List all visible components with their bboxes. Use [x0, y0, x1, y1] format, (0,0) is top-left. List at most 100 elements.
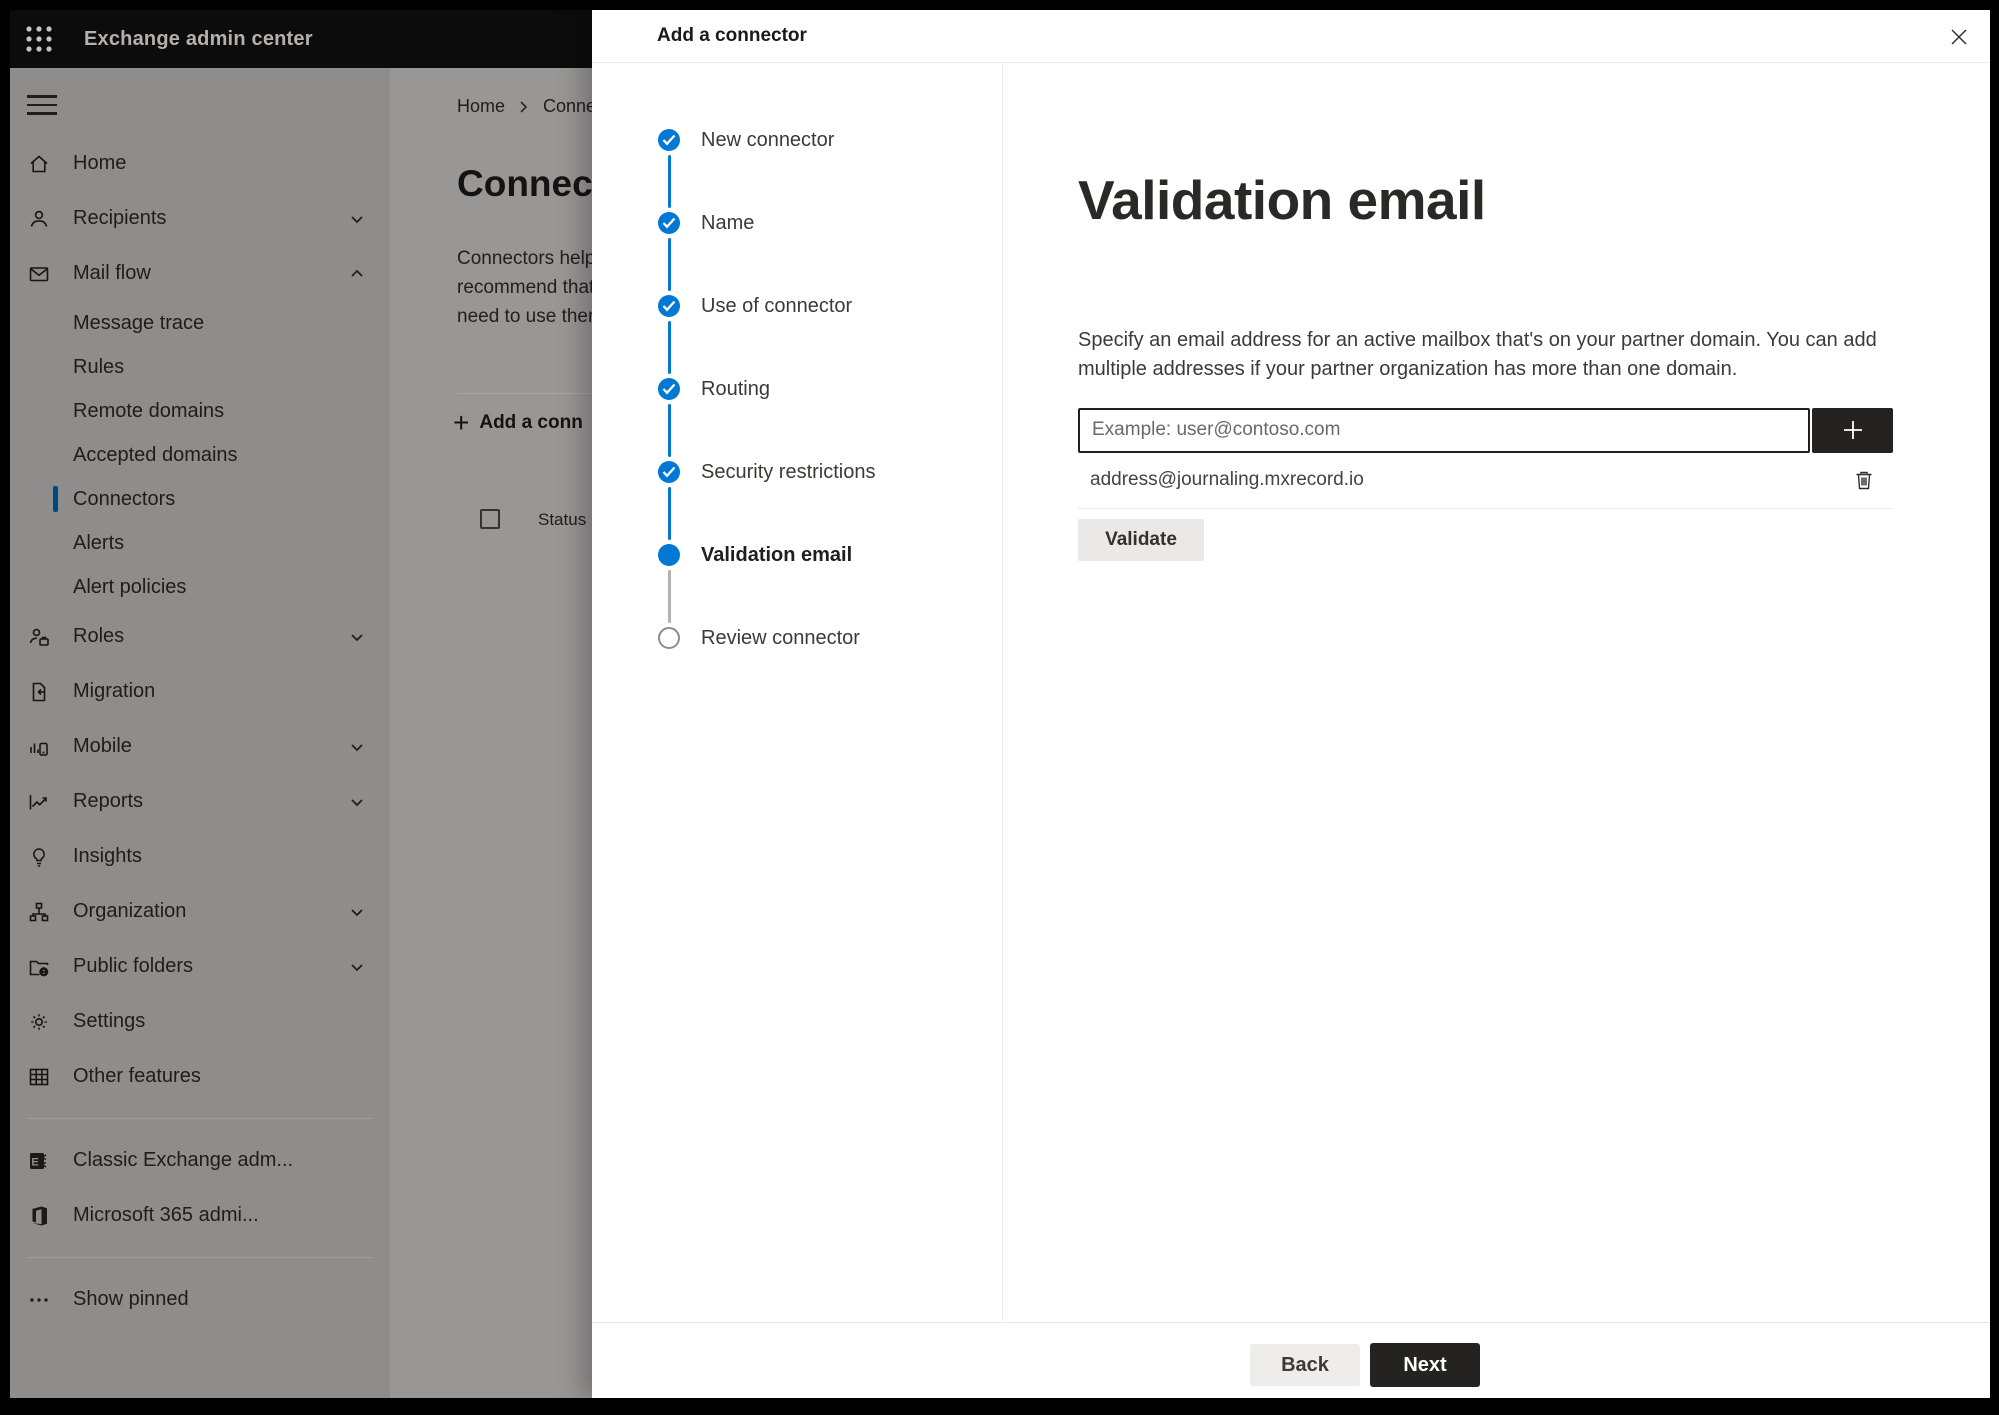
sidebar-item-insights[interactable]: Insights [10, 829, 390, 884]
close-icon[interactable] [1940, 18, 1978, 56]
validate-button[interactable]: Validate [1078, 518, 1204, 561]
sidebar-item-label: Show pinned [73, 1288, 189, 1310]
sidebar-item-roles[interactable]: Roles [10, 609, 390, 664]
sidebar-item-label: Roles [73, 625, 125, 647]
person-briefcase-icon [27, 625, 51, 649]
add-connector-button[interactable]: + Add a conn [453, 409, 583, 437]
step-circle-icon [658, 627, 680, 649]
sidebar-item-microsoft-365-admi[interactable]: Microsoft 365 admi... [10, 1188, 390, 1243]
sidebar-item-recipients[interactable]: Recipients [10, 191, 390, 246]
flyout-title: Add a connector [657, 25, 807, 46]
sidebar-item-mobile[interactable]: Mobile [10, 719, 390, 774]
sidebar-item-settings[interactable]: Settings [10, 994, 390, 1049]
wizard-step-use-of-connector[interactable]: Use of connector [658, 295, 1002, 378]
sidebar-item-label: Microsoft 365 admi... [73, 1204, 259, 1226]
sidebar-item-label: Mail flow [73, 262, 151, 284]
sidebar-item-remote-domains[interactable]: Remote domains [10, 389, 390, 433]
sidebar-item-alerts[interactable]: Alerts [10, 521, 390, 565]
sidebar-item-organization[interactable]: Organization [10, 884, 390, 939]
wizard-step-name[interactable]: Name [658, 212, 1002, 295]
sidebar-item-rules[interactable]: Rules [10, 345, 390, 389]
sidebar-item-connectors[interactable]: Connectors [10, 477, 390, 521]
status-column-header[interactable]: Status [538, 510, 586, 530]
migration-icon [27, 680, 51, 704]
home-icon [27, 152, 51, 176]
sidebar-item-other-features[interactable]: Other features [10, 1049, 390, 1104]
address-email-text: address@journaling.mxrecord.io [1090, 469, 1364, 491]
flyout-header: Add a connector [592, 10, 1990, 63]
flyout-body: New connector Name Use of connector Routing… [592, 64, 1990, 1322]
plus-icon: + [453, 407, 470, 438]
sidebar-item-label: Alerts [73, 531, 125, 554]
sidebar-item-home[interactable]: Home [10, 136, 390, 191]
step-connector-line [667, 238, 671, 291]
step-check-icon [658, 378, 680, 400]
step-check-icon [658, 129, 680, 151]
left-navigation-sidebar: Home Recipients Mail flow Message trace Rule… [10, 68, 390, 1398]
lightbulb-icon [27, 845, 51, 869]
gear-icon [27, 1010, 51, 1034]
sidebar-item-migration[interactable]: Migration [10, 664, 390, 719]
page-description-line: Connectors help [457, 248, 596, 269]
sidebar-item-label: Alert policies [73, 575, 187, 598]
delete-address-trash-icon[interactable] [1849, 465, 1879, 495]
hamburger-menu-icon[interactable] [27, 90, 67, 120]
breadcrumb-home-link[interactable]: Home [457, 96, 505, 117]
chevron-down-icon [348, 210, 366, 228]
screenshot-frame: Exchange admin center Home Recipients Mail… [0, 0, 1999, 1415]
step-connector-line [667, 570, 671, 623]
add-connector-flyout: Add a connector New connector Name Use of … [592, 10, 1990, 1398]
page-description-line: need to use ther [457, 306, 595, 327]
sidebar-item-accepted-domains[interactable]: Accepted domains [10, 433, 390, 477]
sidebar-item-show-pinned[interactable]: Show pinned [10, 1272, 390, 1327]
app-launcher-waffle-icon[interactable] [10, 10, 68, 68]
wizard-stepper: New connector Name Use of connector Routing… [592, 64, 1003, 1322]
wizard-step-review-connector[interactable]: Review connector [658, 627, 1002, 710]
chevron-up-icon [348, 265, 366, 283]
step-label: Name [701, 212, 755, 234]
sidebar-item-mail-flow[interactable]: Mail flow [10, 246, 390, 301]
sidebar-item-label: Home [73, 152, 127, 174]
chevron-down-icon [348, 958, 366, 976]
ellipsis-icon [27, 1288, 51, 1312]
sidebar-item-message-trace[interactable]: Message trace [10, 301, 390, 345]
wizard-step-content: Validation email Specify an email addres… [1003, 64, 1990, 1322]
step-connector-line [667, 155, 671, 208]
sidebar-item-public-folders[interactable]: Public folders [10, 939, 390, 994]
sidebar-item-label: Recipients [73, 207, 167, 229]
wizard-step-validation-email[interactable]: Validation email [658, 544, 1002, 627]
sidebar-item-label: Reports [73, 790, 144, 812]
back-button[interactable]: Back [1250, 1344, 1360, 1386]
chevron-down-icon [348, 628, 366, 646]
page-description-line: recommend that [457, 277, 595, 298]
sidebar-item-label: Connectors [73, 487, 176, 510]
sidebar-item-label: Classic Exchange adm... [73, 1149, 294, 1171]
step-connector-line [667, 321, 671, 374]
next-button[interactable]: Next [1370, 1343, 1480, 1387]
plus-icon [1843, 421, 1862, 440]
step-heading: Validation email [1078, 169, 1486, 231]
sidebar-item-alert-policies[interactable]: Alert policies [10, 565, 390, 609]
wizard-step-security-restrictions[interactable]: Security restrictions [658, 461, 1002, 544]
step-label: Routing [701, 378, 770, 400]
sidebar-item-classic-exchange-adm[interactable]: E Classic Exchange adm... [10, 1133, 390, 1188]
step-check-icon [658, 461, 680, 483]
sidebar-item-reports[interactable]: Reports [10, 774, 390, 829]
sidebar-item-label: Accepted domains [73, 443, 238, 466]
sidebar-item-label: Remote domains [73, 399, 225, 422]
sidebar-nav: Home Recipients Mail flow Message trace Rule… [10, 136, 390, 1327]
step-label: Use of connector [701, 295, 853, 317]
step-check-icon [658, 295, 680, 317]
wizard-step-routing[interactable]: Routing [658, 378, 1002, 461]
step-label: Security restrictions [701, 461, 876, 483]
breadcrumb-chevron-icon [519, 100, 529, 113]
add-email-button[interactable] [1812, 407, 1893, 453]
validation-email-input[interactable] [1078, 407, 1810, 453]
email-entry-row [1078, 407, 1893, 453]
select-all-checkbox[interactable] [480, 509, 500, 529]
wizard-step-new-connector[interactable]: New connector [658, 129, 1002, 212]
grid-table-icon [27, 1065, 51, 1089]
step-description-line: Specify an email address for an active m… [1078, 328, 1877, 351]
folder-globe-icon [27, 955, 51, 979]
exchange-admin-app: Exchange admin center Home Recipients Mail… [10, 10, 1990, 1398]
